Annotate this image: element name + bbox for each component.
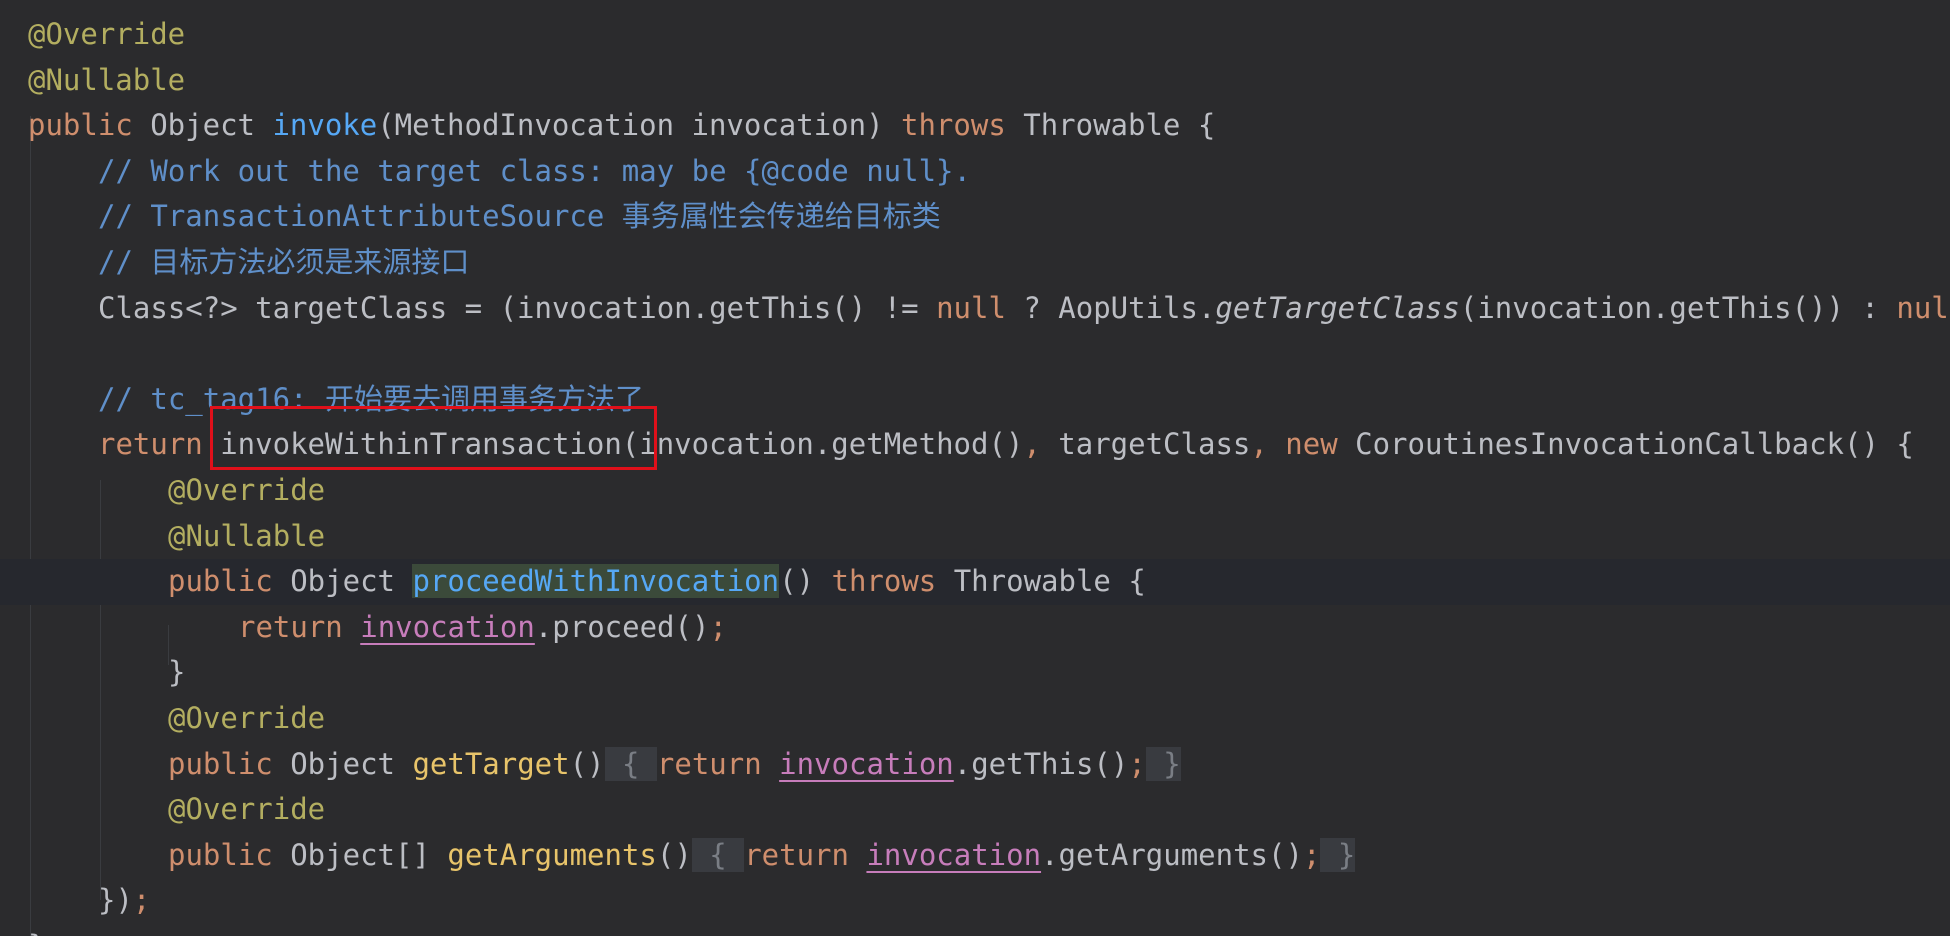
code-line[interactable]: });: [0, 878, 1950, 924]
punctuation: ;: [709, 609, 727, 644]
field-reference[interactable]: invocation: [360, 610, 535, 644]
field-reference[interactable]: invocation: [866, 838, 1041, 872]
code-line[interactable]: return invocation.proceed();: [0, 605, 1950, 651]
annotation: @Override: [168, 473, 326, 507]
exception-type: Throwable {: [1005, 108, 1216, 143]
annotation: @Override: [168, 701, 326, 735]
code-text: Class<?> targetClass = (invocation.getTh…: [98, 290, 937, 325]
folded-region-open[interactable]: {: [691, 837, 745, 872]
arguments: targetClass: [1040, 427, 1251, 462]
code-line[interactable]: Class<?> targetClass = (invocation.getTh…: [0, 286, 1950, 332]
method-call[interactable]: invokeWithinTransaction: [203, 427, 622, 461]
annotation: @Nullable: [28, 62, 186, 97]
keyword: new: [1267, 427, 1338, 462]
annotation: @Override: [168, 792, 326, 827]
parameters: (MethodInvocation invocation): [377, 108, 902, 143]
method-name[interactable]: getTarget: [412, 747, 569, 781]
code-line[interactable]: public Object invoke(MethodInvocation in…: [0, 103, 1950, 149]
method-call: .proceed(): [534, 609, 710, 644]
punctuation: ;: [132, 883, 151, 918]
folded-region-close[interactable]: }: [1320, 837, 1356, 872]
comment: // 目标方法必须是来源接口: [98, 245, 470, 279]
return-type: Object: [132, 108, 273, 143]
closing-brace: }: [168, 655, 186, 690]
closing-brace: }): [98, 883, 133, 918]
code-text: ? AopUtils.: [1005, 290, 1216, 325]
method-name[interactable]: getArguments: [447, 838, 657, 872]
code-line[interactable]: @Nullable: [0, 514, 1950, 560]
parens: (): [569, 746, 605, 781]
method-name-highlighted[interactable]: proceedWithInvocation: [412, 564, 780, 599]
static-method-call[interactable]: getTargetClass: [1215, 291, 1459, 325]
folded-region-open[interactable]: {: [604, 746, 657, 781]
keyword: public: [168, 564, 273, 599]
code-line[interactable]: // tc_tag16: 开始要去调用事务方法了: [0, 377, 1950, 423]
punctuation: ;: [1128, 746, 1146, 781]
parens: (): [656, 837, 692, 872]
punctuation: ,: [1250, 427, 1268, 462]
code-line[interactable]: @Override: [0, 787, 1950, 833]
arguments: (invocation.getMethod(): [621, 427, 1024, 462]
code-line[interactable]: // TransactionAttributeSource 事务属性会传递给目标…: [0, 194, 1950, 240]
comment: // Work out the target class: may be {@c…: [98, 153, 971, 188]
annotation: @Override: [28, 17, 186, 51]
code-text: (invocation.getThis()) :: [1459, 290, 1897, 325]
folded-region-close[interactable]: }: [1145, 746, 1181, 781]
code-line[interactable]: // 目标方法必须是来源接口: [0, 240, 1950, 286]
punctuation: ,: [1023, 427, 1041, 462]
keyword: public: [168, 837, 273, 872]
class-name: CoroutinesInvocationCallback() {: [1337, 427, 1914, 462]
keyword: throws: [831, 564, 937, 599]
code-editor[interactable]: @Override @Nullable public Object invoke…: [0, 0, 1950, 936]
annotation: @Nullable: [168, 518, 326, 553]
comment: // TransactionAttributeSource 事务属性会传递给目标…: [98, 199, 941, 234]
code-line[interactable]: // Work out the target class: may be {@c…: [0, 149, 1950, 195]
method-name[interactable]: invoke: [272, 108, 377, 142]
code-line[interactable]: return invokeWithinTransaction(invocatio…: [0, 422, 1950, 468]
keyword: return: [238, 609, 343, 644]
keyword: null: [936, 290, 1006, 325]
code-line[interactable]: }: [0, 924, 1950, 936]
parens: (): [779, 564, 832, 599]
return-type: Object: [272, 746, 413, 781]
keyword: return: [656, 746, 762, 781]
keyword: throws: [901, 108, 1006, 143]
method-call: .getArguments(): [1041, 837, 1303, 872]
code-line[interactable]: @Nullable: [0, 58, 1950, 104]
code-line-current[interactable]: public Object proceedWithInvocation() th…: [0, 559, 1950, 605]
field-reference[interactable]: invocation: [779, 747, 954, 781]
code-line[interactable]: @Override: [0, 696, 1950, 742]
keyword: public: [168, 746, 273, 781]
keyword: return: [744, 837, 849, 872]
keyword: return: [98, 427, 203, 462]
return-type: Object[]: [272, 837, 448, 872]
closing-brace: }: [28, 929, 45, 936]
code-line[interactable]: }: [0, 650, 1950, 696]
code-line[interactable]: @Override: [0, 12, 1950, 58]
return-type: Object: [272, 564, 413, 599]
comment: // tc_tag16: 开始要去调用事务方法了: [98, 381, 644, 416]
punctuation: ;: [1302, 837, 1321, 872]
code-line[interactable]: public Object getTarget() { return invoc…: [0, 742, 1950, 788]
exception-type: Throwable {: [936, 564, 1146, 599]
code-line[interactable]: public Object[] getArguments() { return …: [0, 833, 1950, 879]
method-call: .getThis(): [953, 746, 1129, 781]
code-line[interactable]: @Override: [0, 468, 1950, 514]
keyword: null: [1896, 290, 1950, 325]
keyword: public: [28, 108, 133, 143]
